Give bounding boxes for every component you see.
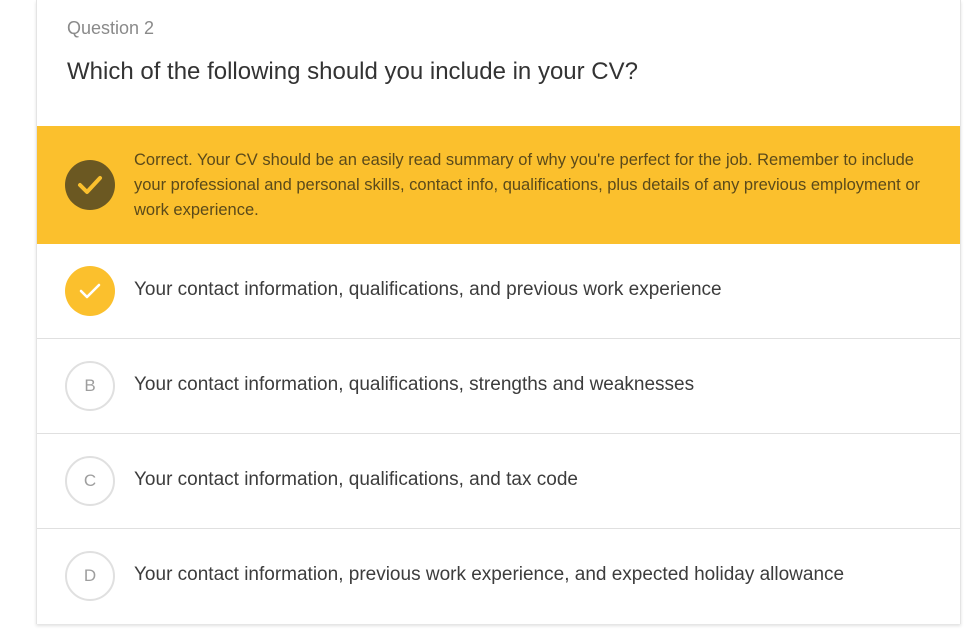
answer-option-a[interactable]: Your contact information, qualifications… [37, 244, 960, 339]
answer-option-text: Your contact information, qualifications… [134, 374, 695, 395]
feedback-banner: Correct. Your CV should be an easily rea… [37, 126, 960, 244]
option-marker: B [65, 361, 115, 411]
checkmark-icon [65, 266, 115, 316]
answer-option-c[interactable]: C Your contact information, qualificatio… [37, 434, 960, 529]
checkmark-icon [65, 160, 115, 210]
answer-option-text: Your contact information, previous work … [134, 564, 845, 585]
answer-option-d[interactable]: D Your contact information, previous wor… [37, 529, 960, 624]
option-marker: D [65, 551, 115, 601]
answer-option-b[interactable]: B Your contact information, qualificatio… [37, 339, 960, 434]
question-number: Question 2 [67, 18, 155, 38]
option-marker: C [65, 456, 115, 506]
answer-option-text: Your contact information, qualifications… [134, 469, 578, 490]
answer-option-text: Your contact information, qualifications… [134, 279, 722, 300]
question-card: Question 2 Which of the following should… [36, 0, 961, 624]
feedback-text: Correct. Your CV should be an easily rea… [134, 151, 920, 219]
question-title: Which of the following should you includ… [67, 58, 638, 85]
